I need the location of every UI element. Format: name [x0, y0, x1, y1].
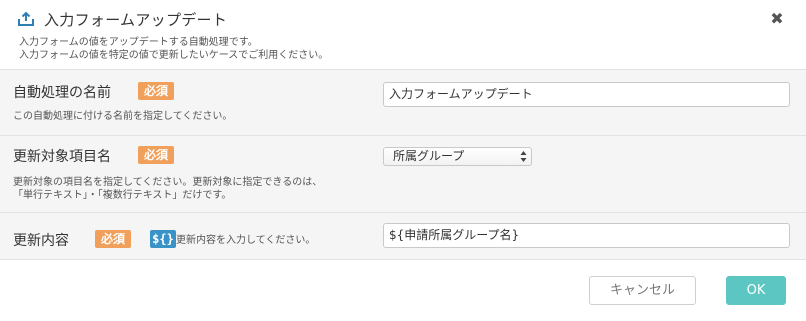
dialog: 入力フォームアップデート ✖ 入力フォームの値をアップデートする自動処理です。 …: [0, 0, 806, 321]
field-row-target: 更新対象項目名 必須 更新対象の項目名を指定してください。更新対象に指定できるの…: [0, 136, 806, 213]
required-badge: 必須: [138, 82, 175, 100]
dialog-description: 入力フォームの値をアップデートする自動処理です。 入力フォームの値を特定の値で更…: [19, 36, 328, 62]
field-row-name: 自動処理の名前 必須 この自動処理に付ける名前を指定してください。 入力フォーム…: [0, 70, 806, 136]
help-line: 「単行テキスト」・「複数行テキスト」だけです。: [13, 190, 232, 201]
description-line: 入力フォームの値をアップデートする自動処理です。: [19, 37, 258, 48]
field-row-content: 更新内容 必須 ${} 更新内容を入力してください。 ${申請所属グループ名}: [0, 213, 806, 260]
upload-tray-icon: [18, 11, 34, 26]
content-help-text: 更新内容を入力してください。: [176, 235, 316, 246]
name-help-text: この自動処理に付ける名前を指定してください。: [13, 111, 233, 122]
select-arrows-icon: [520, 151, 527, 162]
help-line: 更新対象の項目名を指定してください。更新対象に指定できるのは、: [13, 177, 323, 188]
required-badge: 必須: [138, 146, 175, 164]
ok-button[interactable]: OK: [726, 276, 786, 305]
dialog-header: 入力フォームアップデート ✖ 入力フォームの値をアップデートする自動処理です。 …: [0, 0, 806, 70]
target-select[interactable]: 所属グループ: [383, 147, 532, 166]
target-label: 更新対象項目名: [13, 149, 111, 165]
target-help-text: 更新対象の項目名を指定してください。更新対象に指定できるのは、 「単行テキスト」…: [13, 176, 322, 202]
target-select-value: 所属グループ: [393, 149, 465, 163]
close-icon[interactable]: ✖: [768, 10, 786, 28]
dialog-title: 入力フォームアップデート: [44, 11, 228, 29]
description-line: 入力フォームの値を特定の値で更新したいケースでご利用ください。: [19, 50, 329, 61]
name-label: 自動処理の名前: [13, 85, 111, 101]
insert-variable-button[interactable]: ${}: [150, 230, 176, 248]
content-label: 更新内容: [13, 233, 69, 249]
required-badge: 必須: [95, 230, 132, 248]
cancel-button[interactable]: キャンセル: [589, 276, 696, 305]
name-input[interactable]: 入力フォームアップデート: [383, 82, 790, 107]
content-input[interactable]: ${申請所属グループ名}: [383, 223, 790, 248]
